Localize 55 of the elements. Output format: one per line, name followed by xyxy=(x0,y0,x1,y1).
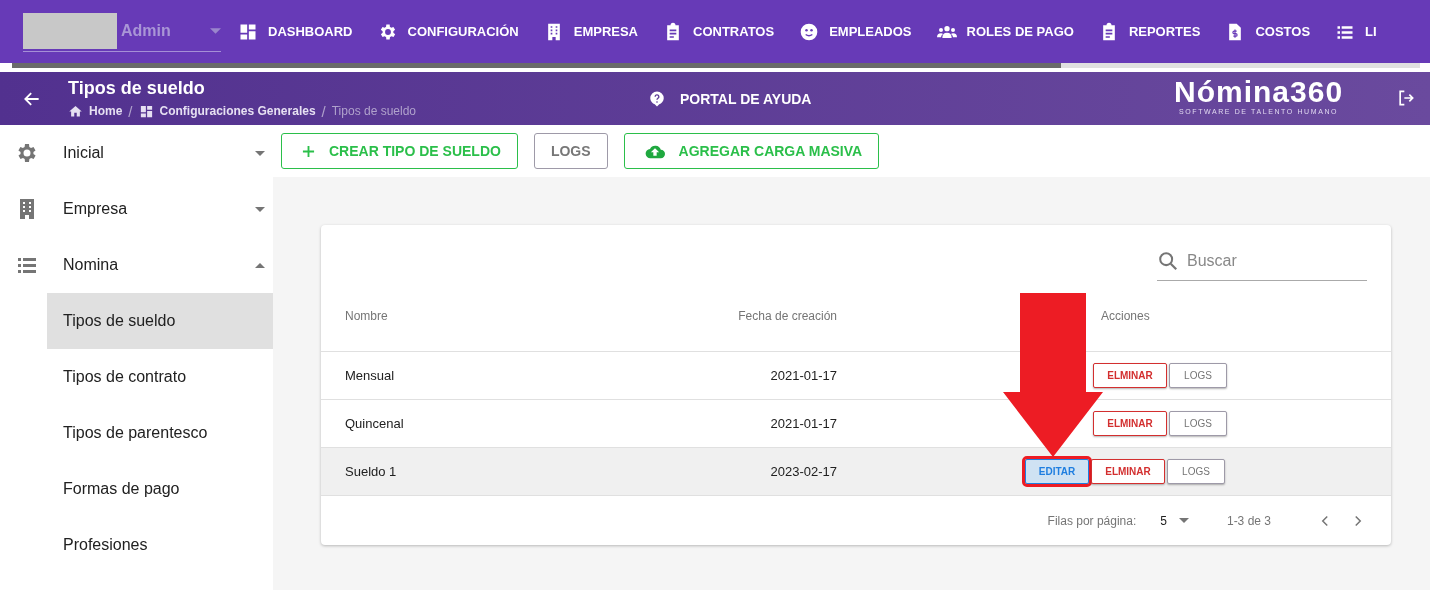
sidebar-subitem[interactable]: Formas de pago xyxy=(47,461,273,517)
home-icon xyxy=(68,103,83,119)
cloud-upload-icon xyxy=(644,143,665,159)
nav-link[interactable]: ROLES DE PAGO xyxy=(936,21,1074,42)
table-cell-text: 2023-02-17 xyxy=(769,464,837,479)
nav-link[interactable]: EMPRESA xyxy=(543,21,638,42)
column-header: Acciones xyxy=(1101,309,1150,323)
logs-button[interactable]: LOGS xyxy=(1167,459,1225,484)
logs-button[interactable]: LOGS xyxy=(1169,411,1227,436)
breadcrumb-link[interactable]: Home xyxy=(89,104,123,118)
nav-link[interactable]: CONFIGURACIÓN xyxy=(377,21,519,42)
nav-link[interactable]: REPORTES xyxy=(1098,21,1201,42)
delete-button[interactable]: ELMINAR xyxy=(1093,411,1167,436)
breadcrumb-current: Tipos de sueldo xyxy=(331,104,416,118)
breadcrumb-separator: / xyxy=(128,102,133,120)
sidebar-item[interactable]: Empresa xyxy=(0,181,273,237)
breadcrumb-separator: / xyxy=(321,102,326,120)
sidebar-subitem[interactable]: Tipos de parentesco xyxy=(47,405,273,461)
caret-icon xyxy=(210,28,221,34)
table-cell-text: 2021-01-17 xyxy=(769,368,837,383)
sidebar-subitem[interactable]: Tipos de contrato xyxy=(47,349,273,405)
plus-icon xyxy=(302,144,315,158)
help-icon xyxy=(648,89,666,108)
rows-per-page-select[interactable]: 5 xyxy=(1160,513,1189,528)
logout-icon[interactable] xyxy=(1396,88,1416,108)
nav-link[interactable]: EMPLEADOS xyxy=(799,21,912,42)
nav-link[interactable]: DASHBOARD xyxy=(238,21,353,42)
face-icon xyxy=(799,21,820,42)
nav-link[interactable]: COSTOS xyxy=(1225,21,1311,42)
sidebar-subitem[interactable]: Profesiones xyxy=(47,517,273,573)
help-link[interactable]: PORTAL DE AYUDA xyxy=(648,89,812,108)
delete-button[interactable]: ELMINAR xyxy=(1091,459,1165,484)
sidebar-item[interactable]: Nomina xyxy=(0,237,273,293)
page-title: Tipos de sueldo xyxy=(68,77,206,99)
column-header: Fecha de creación xyxy=(737,309,837,323)
table-cell-text: Sueldo 1 xyxy=(344,464,398,479)
logs-button[interactable]: LOGS xyxy=(533,133,608,169)
breadcrumb-link[interactable]: Configuraciones Generales xyxy=(159,104,316,118)
table-cell-text: Mensual xyxy=(344,368,396,383)
sidebar-item[interactable]: Inicial xyxy=(0,125,273,181)
search-icon xyxy=(1157,249,1179,272)
page-range: 1-3 de 3 xyxy=(1226,513,1271,528)
caret-icon xyxy=(1178,518,1189,523)
dashboard-icon xyxy=(138,103,154,119)
sidebar-subitem[interactable]: Tipos de sueldo xyxy=(47,293,273,349)
table-cell-text: Quincenal xyxy=(344,416,405,431)
column-header: Nombre xyxy=(344,309,389,323)
logs-button[interactable]: LOGS xyxy=(1169,363,1227,388)
nav-link[interactable]: LI xyxy=(1335,21,1377,42)
table-cell-text: 2021-01-17 xyxy=(769,416,837,431)
search-field[interactable]: Buscar xyxy=(1185,250,1359,271)
logo-wordmark: Nómina360 xyxy=(1174,76,1344,108)
delete-button[interactable]: ELMINAR xyxy=(1093,363,1167,388)
rows-per-page-label: Filas por página: xyxy=(1047,513,1137,528)
nav-link[interactable]: CONTRATOS xyxy=(663,21,775,42)
